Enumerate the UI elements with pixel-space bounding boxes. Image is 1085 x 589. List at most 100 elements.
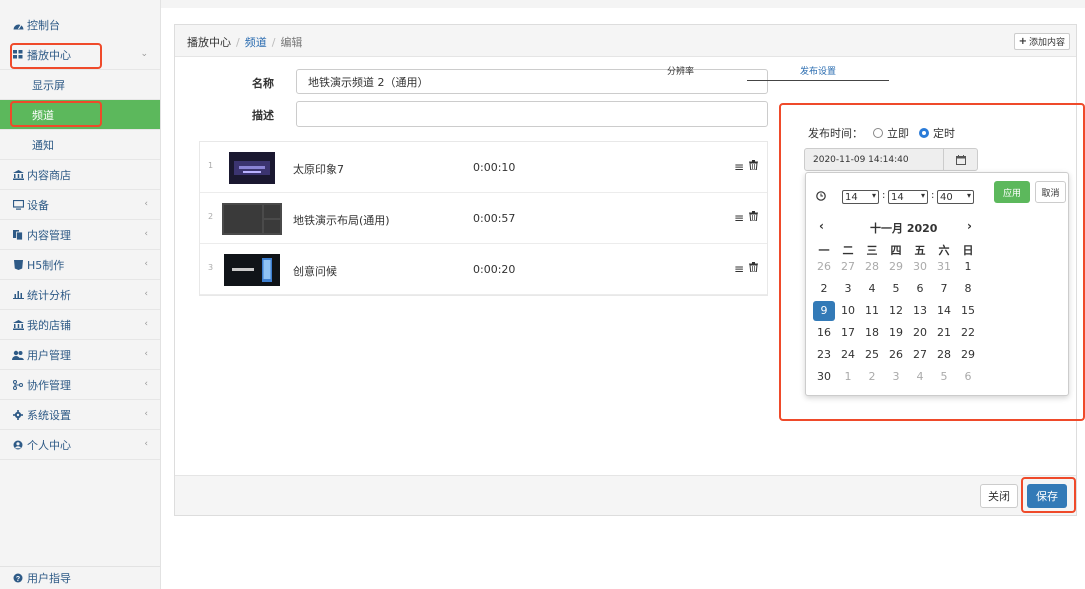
calendar-day[interactable]: 16 bbox=[813, 323, 835, 343]
calendar-day[interactable]: 12 bbox=[885, 301, 907, 321]
chevron-left-icon: ‹ bbox=[144, 229, 148, 239]
calendar-day[interactable]: 27 bbox=[909, 345, 931, 365]
trash-icon[interactable] bbox=[749, 262, 758, 275]
breadcrumb-current: 编辑 bbox=[280, 36, 303, 49]
radio-scheduled[interactable] bbox=[919, 128, 929, 138]
sidebar-item-user-guide[interactable]: ? 用户指导 bbox=[0, 566, 160, 589]
calendar-day[interactable]: 14 bbox=[933, 301, 955, 321]
thumbnail bbox=[229, 152, 275, 184]
sidebar-item-stats[interactable]: 统计分析 ‹ bbox=[0, 280, 160, 310]
sidebar-item-personal[interactable]: 个人中心 ‹ bbox=[0, 430, 160, 460]
sidebar-item-collab-mgmt[interactable]: 协作管理 ‹ bbox=[0, 370, 160, 400]
calendar-day[interactable]: 24 bbox=[837, 345, 859, 365]
list-item[interactable]: 2 地铁演示布局(通用) 0:00:57 ≡ bbox=[200, 193, 767, 244]
calendar-day[interactable]: 7 bbox=[933, 279, 955, 299]
tab-resolution[interactable]: 分辨率 bbox=[667, 64, 694, 77]
drag-handle-icon[interactable]: ≡ bbox=[734, 211, 744, 225]
sidebar-item-h5[interactable]: H5制作 ‹ bbox=[0, 250, 160, 280]
fork-icon bbox=[12, 379, 24, 391]
add-content-button[interactable]: + 添加内容 bbox=[1013, 33, 1070, 50]
calendar-day[interactable]: 25 bbox=[861, 345, 883, 365]
calendar-day[interactable]: 28 bbox=[861, 257, 883, 277]
second-select[interactable]: 40 ▾ bbox=[937, 190, 974, 204]
sidebar-item-my-store[interactable]: 我的店铺 ‹ bbox=[0, 310, 160, 340]
sidebar-item-device[interactable]: 设备 ‹ bbox=[0, 190, 160, 220]
calendar-day[interactable]: 28 bbox=[933, 345, 955, 365]
calendar-day[interactable]: 2 bbox=[813, 279, 835, 299]
sidebar-sub-display[interactable]: 显示屏 bbox=[0, 70, 160, 100]
prev-month-icon[interactable]: ‹ bbox=[819, 219, 824, 233]
calendar-day[interactable]: 6 bbox=[957, 367, 979, 387]
breadcrumb-channel[interactable]: 频道 bbox=[245, 36, 267, 49]
calendar-day[interactable]: 1 bbox=[957, 257, 979, 277]
calendar-day[interactable]: 17 bbox=[837, 323, 859, 343]
calendar-day[interactable]: 23 bbox=[813, 345, 835, 365]
desc-field[interactable] bbox=[296, 101, 768, 127]
calendar-day[interactable]: 26 bbox=[885, 345, 907, 365]
plus-icon: + bbox=[1018, 36, 1027, 47]
calendar-day[interactable]: 26 bbox=[813, 257, 835, 277]
calendar-day[interactable]: 10 bbox=[837, 301, 859, 321]
breadcrumb-root[interactable]: 播放中心 bbox=[187, 36, 231, 49]
calendar-day[interactable]: 8 bbox=[957, 279, 979, 299]
calendar-day[interactable]: 20 bbox=[909, 323, 931, 343]
sidebar-sub-channel[interactable]: 频道 bbox=[0, 100, 160, 130]
close-button[interactable]: 关闭 bbox=[980, 484, 1018, 508]
item-name: 地铁演示布局(通用) bbox=[293, 214, 390, 227]
calendar-day[interactable]: 22 bbox=[957, 323, 979, 343]
calendar-day[interactable]: 30 bbox=[813, 367, 835, 387]
name-field[interactable]: 地铁演示频道 2（通用） bbox=[296, 69, 768, 94]
datetime-input[interactable]: 2020-11-09 14:14:40 bbox=[804, 148, 944, 171]
calendar-day[interactable]: 4 bbox=[861, 279, 883, 299]
calendar-day[interactable]: 2 bbox=[861, 367, 883, 387]
calendar-day[interactable]: 4 bbox=[909, 367, 931, 387]
minute-select[interactable]: 14 ▾ bbox=[888, 190, 928, 204]
chevron-left-icon: ‹ bbox=[144, 199, 148, 209]
calendar-day[interactable]: 29 bbox=[885, 257, 907, 277]
calendar-icon[interactable] bbox=[943, 148, 978, 171]
sidebar-item-content-mgmt[interactable]: 内容管理 ‹ bbox=[0, 220, 160, 250]
calendar-day[interactable]: 29 bbox=[957, 345, 979, 365]
sidebar-item-dashboard[interactable]: 控制台 bbox=[0, 10, 160, 40]
radio-scheduled-label[interactable]: 定时 bbox=[933, 125, 955, 141]
sidebar-sub-notice[interactable]: 通知 bbox=[0, 130, 160, 160]
sidebar-item-content-store[interactable]: 内容商店 bbox=[0, 160, 160, 190]
cancel-button[interactable]: 取消 bbox=[1035, 181, 1066, 203]
calendar-day[interactable]: 15 bbox=[957, 301, 979, 321]
calendar-day[interactable]: 1 bbox=[837, 367, 859, 387]
next-month-icon[interactable]: › bbox=[967, 219, 972, 233]
item-duration: 0:00:20 bbox=[473, 263, 516, 276]
sidebar-item-sys-settings[interactable]: 系统设置 ‹ bbox=[0, 400, 160, 430]
calendar-day[interactable]: 30 bbox=[909, 257, 931, 277]
list-item[interactable]: 3 创意问候 0:00:20 ≡ bbox=[200, 244, 767, 295]
calendar-day[interactable]: 5 bbox=[885, 279, 907, 299]
drag-handle-icon[interactable]: ≡ bbox=[734, 160, 744, 174]
tab-publish-settings[interactable]: 发布设置 bbox=[800, 64, 836, 77]
month-title: 十一月 2020 bbox=[870, 222, 938, 235]
radio-now-label[interactable]: 立即 bbox=[887, 125, 909, 141]
trash-icon[interactable] bbox=[749, 211, 758, 224]
calendar-day[interactable]: 5 bbox=[933, 367, 955, 387]
hour-select[interactable]: 14 ▾ bbox=[842, 190, 879, 204]
calendar-day[interactable]: 9 bbox=[813, 301, 835, 321]
calendar-day[interactable]: 13 bbox=[909, 301, 931, 321]
time-separator: : bbox=[882, 190, 886, 201]
calendar-day[interactable]: 11 bbox=[861, 301, 883, 321]
calendar-day[interactable]: 3 bbox=[885, 367, 907, 387]
apply-button[interactable]: 应用 bbox=[994, 181, 1030, 203]
calendar-day[interactable]: 31 bbox=[933, 257, 955, 277]
calendar-day[interactable]: 6 bbox=[909, 279, 931, 299]
item-index: 1 bbox=[208, 161, 214, 170]
calendar-day[interactable]: 18 bbox=[861, 323, 883, 343]
list-item[interactable]: 1 太原印象7 0:00:10 ≡ bbox=[200, 142, 767, 193]
sidebar-item-user-mgmt[interactable]: 用户管理 ‹ bbox=[0, 340, 160, 370]
sidebar-item-play-center[interactable]: 播放中心 ⌄ bbox=[0, 40, 160, 70]
calendar-day[interactable]: 21 bbox=[933, 323, 955, 343]
calendar-day[interactable]: 27 bbox=[837, 257, 859, 277]
trash-icon[interactable] bbox=[749, 160, 758, 173]
calendar-day[interactable]: 3 bbox=[837, 279, 859, 299]
radio-now[interactable] bbox=[873, 128, 883, 138]
drag-handle-icon[interactable]: ≡ bbox=[734, 262, 744, 276]
bar-chart-icon bbox=[12, 289, 24, 301]
calendar-day[interactable]: 19 bbox=[885, 323, 907, 343]
